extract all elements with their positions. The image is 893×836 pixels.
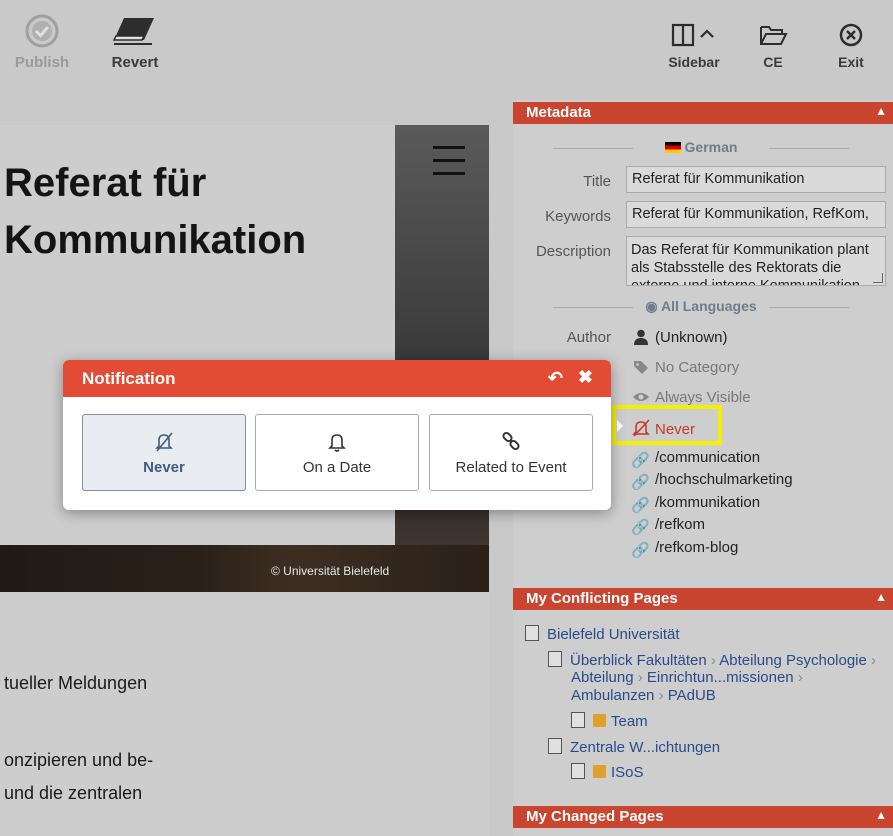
alias-item[interactable]: 🔗/communication bbox=[631, 449, 760, 469]
publish-button[interactable]: Publish bbox=[10, 14, 74, 71]
category-value[interactable]: No Category bbox=[631, 359, 739, 379]
page-title: Referat für Kommunikation bbox=[4, 161, 307, 262]
keywords-field[interactable]: Referat für Kommunikation, RefKom, bbox=[626, 201, 886, 228]
check-circle-icon bbox=[25, 14, 59, 48]
author-value[interactable]: (Unknown) bbox=[631, 329, 728, 349]
hero-image bbox=[395, 125, 489, 592]
link-icon: 🔗 bbox=[631, 452, 650, 469]
link-icon: 🔗 bbox=[631, 519, 650, 536]
link-icon: 🔗 bbox=[631, 474, 650, 491]
image-copyright: © Universität Bielefeld bbox=[271, 564, 390, 578]
tree-item-team[interactable]: Team bbox=[571, 712, 648, 730]
alias-item[interactable]: 🔗/refkom-blog bbox=[631, 539, 738, 559]
keywords-label: Keywords bbox=[545, 208, 611, 225]
language-divider: German bbox=[553, 139, 849, 155]
tree-item-path2[interactable]: Zentrale W...ichtungen bbox=[548, 738, 720, 756]
tag-icon bbox=[634, 361, 648, 374]
link-icon: 🔗 bbox=[631, 497, 650, 514]
alias-item[interactable]: 🔗/hochschulmarketing bbox=[631, 471, 793, 491]
ce-button[interactable]: CE bbox=[752, 22, 794, 70]
publish-label: Publish bbox=[14, 54, 70, 71]
description-label: Description bbox=[535, 243, 611, 260]
eraser-icon bbox=[112, 18, 154, 45]
globe-icon: ◉ bbox=[645, 298, 658, 314]
title-label: Title bbox=[583, 173, 611, 190]
edit-icon bbox=[593, 765, 606, 778]
body-text-line: und die zentralen bbox=[4, 783, 143, 803]
page-icon bbox=[525, 625, 539, 641]
alias-item[interactable]: 🔗/refkom bbox=[631, 516, 705, 536]
close-circle-icon bbox=[839, 23, 863, 47]
collapse-icon[interactable]: ▲ bbox=[875, 590, 887, 604]
exit-button[interactable]: Exit bbox=[830, 22, 872, 70]
bell-slash-icon bbox=[632, 419, 650, 437]
description-field[interactable]: Das Referat für Kommunikation plant als … bbox=[626, 236, 886, 286]
tree-item-path1-cont[interactable]: Ambulanzen › PAdUB bbox=[571, 687, 716, 704]
conflicting-pages-header[interactable]: My Conflicting Pages ▲ bbox=[513, 588, 893, 610]
metadata-header[interactable]: Metadata ▲ bbox=[513, 102, 893, 124]
dialog-header: Notification ↶ ✖ bbox=[63, 360, 611, 397]
author-label: Author bbox=[566, 329, 611, 346]
all-languages-divider: ◉ All Languages bbox=[553, 298, 849, 315]
pointer-arrow-icon bbox=[617, 420, 623, 432]
tree-item-isos[interactable]: ISoS bbox=[571, 763, 644, 781]
bell-slash-icon bbox=[155, 432, 173, 452]
option-related-to-event[interactable]: Related to Event bbox=[429, 414, 593, 491]
revert-label: Revert bbox=[111, 54, 159, 71]
edit-icon bbox=[593, 714, 606, 727]
page-icon bbox=[548, 738, 562, 754]
sidebar-label: Sidebar bbox=[668, 54, 720, 70]
link-icon: 🔗 bbox=[631, 542, 650, 559]
close-icon[interactable]: ✖ bbox=[578, 367, 593, 388]
bell-icon bbox=[328, 434, 346, 452]
body-text-line: onzipieren und be- bbox=[4, 750, 154, 770]
page-icon bbox=[571, 712, 585, 728]
title-field[interactable]: Referat für Kommunikation bbox=[626, 166, 886, 193]
page-icon bbox=[548, 651, 562, 667]
collapse-icon[interactable]: ▲ bbox=[875, 104, 887, 118]
undo-icon[interactable]: ↶ bbox=[548, 368, 563, 389]
option-never[interactable]: Never bbox=[82, 414, 246, 491]
menu-icon[interactable] bbox=[433, 146, 465, 185]
exit-label: Exit bbox=[838, 54, 864, 70]
dialog-title: Notification bbox=[82, 369, 176, 388]
tree-item-path1[interactable]: Überblick Fakultäten › Abteilung Psychol… bbox=[548, 651, 876, 669]
link-icon bbox=[502, 431, 520, 451]
page-icon bbox=[571, 763, 585, 779]
sidebar-button[interactable]: Sidebar bbox=[664, 22, 724, 70]
resize-handle[interactable] bbox=[873, 273, 883, 283]
body-text-line: tueller Meldungen bbox=[4, 673, 148, 693]
folder-open-icon bbox=[760, 26, 788, 45]
collapse-icon[interactable]: ▲ bbox=[875, 808, 887, 822]
tree-item-path1-cont[interactable]: Abteilung › Einrichtun...missionen › bbox=[571, 669, 803, 686]
changed-pages-header[interactable]: My Changed Pages ▲ bbox=[513, 806, 893, 828]
eye-icon bbox=[633, 393, 649, 401]
hero-image-bottom bbox=[0, 545, 489, 592]
ce-label: CE bbox=[763, 54, 783, 70]
option-on-a-date[interactable]: On a Date bbox=[255, 414, 419, 491]
tree-item-root[interactable]: Bielefeld Universität bbox=[525, 625, 680, 643]
notification-value[interactable]: Never bbox=[631, 419, 695, 439]
german-flag-icon bbox=[664, 142, 681, 153]
revert-button[interactable]: Revert bbox=[104, 14, 166, 71]
sidebar-toggle-icon bbox=[671, 23, 714, 47]
notification-dialog: Notification ↶ ✖ Never On a Date Related… bbox=[63, 360, 611, 510]
alias-item[interactable]: 🔗/kommunikation bbox=[631, 494, 760, 514]
user-icon bbox=[634, 329, 648, 345]
